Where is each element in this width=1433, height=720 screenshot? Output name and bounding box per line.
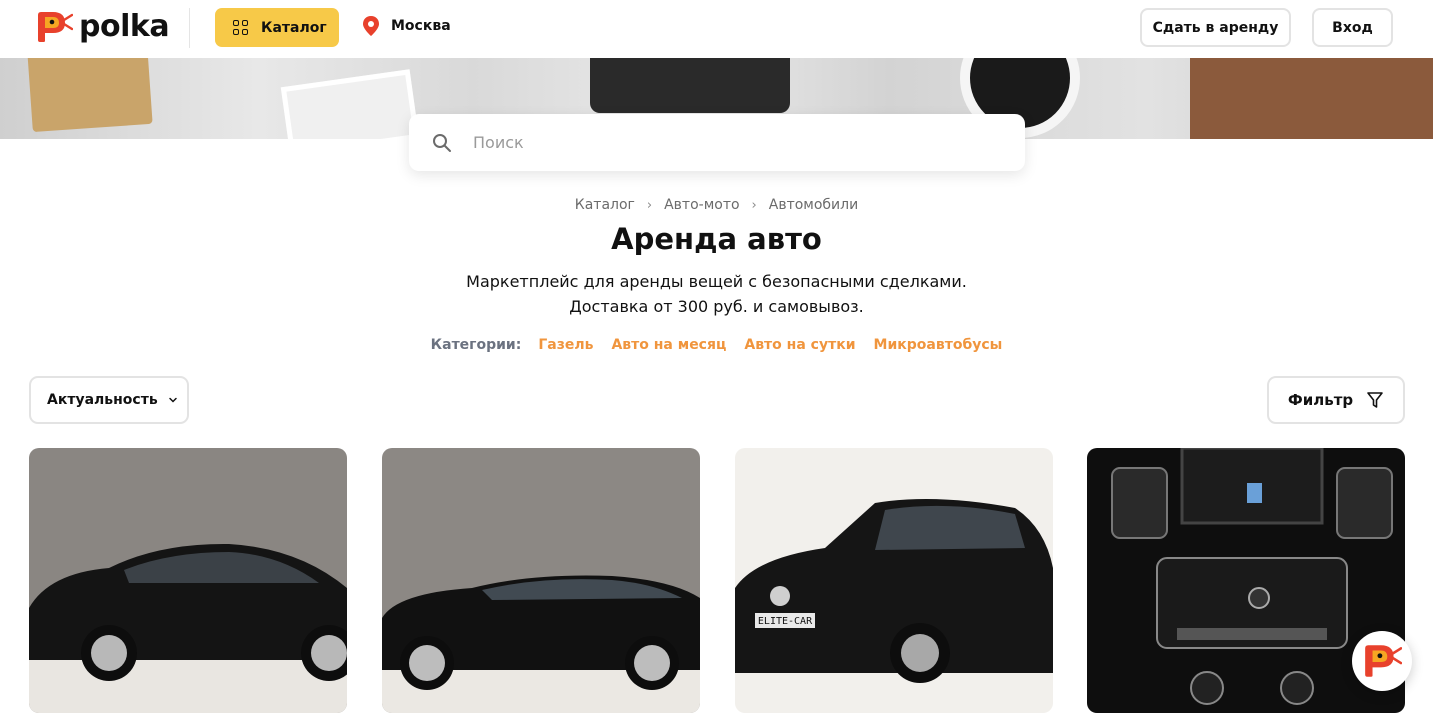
filter-label: Фильтр xyxy=(1287,391,1354,409)
breadcrumb: Каталог › Авто-мото › Автомобили xyxy=(0,197,1433,213)
polka-logo[interactable]: polka xyxy=(35,9,170,44)
login-button[interactable]: Вход xyxy=(1312,8,1393,47)
sort-dropdown[interactable]: Актуальность xyxy=(29,376,189,424)
city-label: Москва xyxy=(391,18,451,34)
filter-button[interactable]: Фильтр xyxy=(1267,376,1405,424)
categories-label: Категории: xyxy=(430,337,522,353)
breadcrumb-item-cars[interactable]: Автомобили xyxy=(769,197,858,213)
funnel-icon xyxy=(1367,392,1383,408)
category-link-monthly[interactable]: Авто на месяц xyxy=(611,337,726,353)
grid-icon xyxy=(233,19,249,36)
polka-logo-icon xyxy=(38,12,73,42)
chat-support-button[interactable] xyxy=(1352,631,1412,691)
listing-card[interactable]: ELITE-CAR xyxy=(735,448,1053,713)
chevron-right-icon: › xyxy=(751,197,757,213)
rent-out-button[interactable]: Сдать в аренду xyxy=(1140,8,1291,47)
category-link-gazel[interactable]: Газель xyxy=(538,337,593,353)
license-plate: ELITE-CAR xyxy=(758,616,813,627)
search-icon xyxy=(433,133,451,152)
black-suv-image: ELITE-CAR xyxy=(735,448,1053,713)
chevron-right-icon: › xyxy=(646,197,653,213)
subtitle-line-2: Доставка от 300 руб. и самовывоз. xyxy=(569,297,864,316)
banner-box-image xyxy=(27,58,153,133)
page-title: Аренда авто xyxy=(611,222,822,256)
header-divider xyxy=(189,8,190,48)
chevron-down-icon xyxy=(168,397,177,403)
breadcrumb-item-catalog[interactable]: Каталог xyxy=(575,197,635,213)
listing-card[interactable] xyxy=(382,448,700,713)
city-selector[interactable]: Москва xyxy=(361,15,451,37)
catalog-button-label: Каталог xyxy=(261,19,327,36)
logo-text: polka xyxy=(79,9,170,44)
category-link-daily[interactable]: Авто на сутки xyxy=(744,337,855,353)
banner-notebook-image xyxy=(1190,58,1433,139)
header: polka Каталог Москва Сдать в аренду Вход xyxy=(0,0,1433,58)
black-sportback-image xyxy=(382,448,700,713)
category-link-minibus[interactable]: Микроавтобусы xyxy=(874,337,1003,353)
search-box[interactable] xyxy=(409,114,1025,171)
listing-card[interactable] xyxy=(29,448,347,713)
subtitle-line-1: Маркетплейс для аренды вещей с безопасны… xyxy=(466,272,967,291)
polka-logo-icon xyxy=(1365,645,1402,677)
banner-camera-image xyxy=(590,58,790,113)
search-input[interactable] xyxy=(473,133,973,152)
location-pin-icon xyxy=(363,16,379,36)
page-subtitle: Маркетплейс для аренды вещей с безопасны… xyxy=(0,269,1433,319)
category-links: Категории: Газель Авто на месяц Авто на … xyxy=(0,337,1433,353)
breadcrumb-item-auto-moto[interactable]: Авто-мото xyxy=(664,197,739,213)
banner-photo-image xyxy=(280,69,420,139)
sort-selected-label: Актуальность xyxy=(47,392,158,408)
catalog-button[interactable]: Каталог xyxy=(215,8,339,47)
black-sedan-image xyxy=(29,448,347,713)
